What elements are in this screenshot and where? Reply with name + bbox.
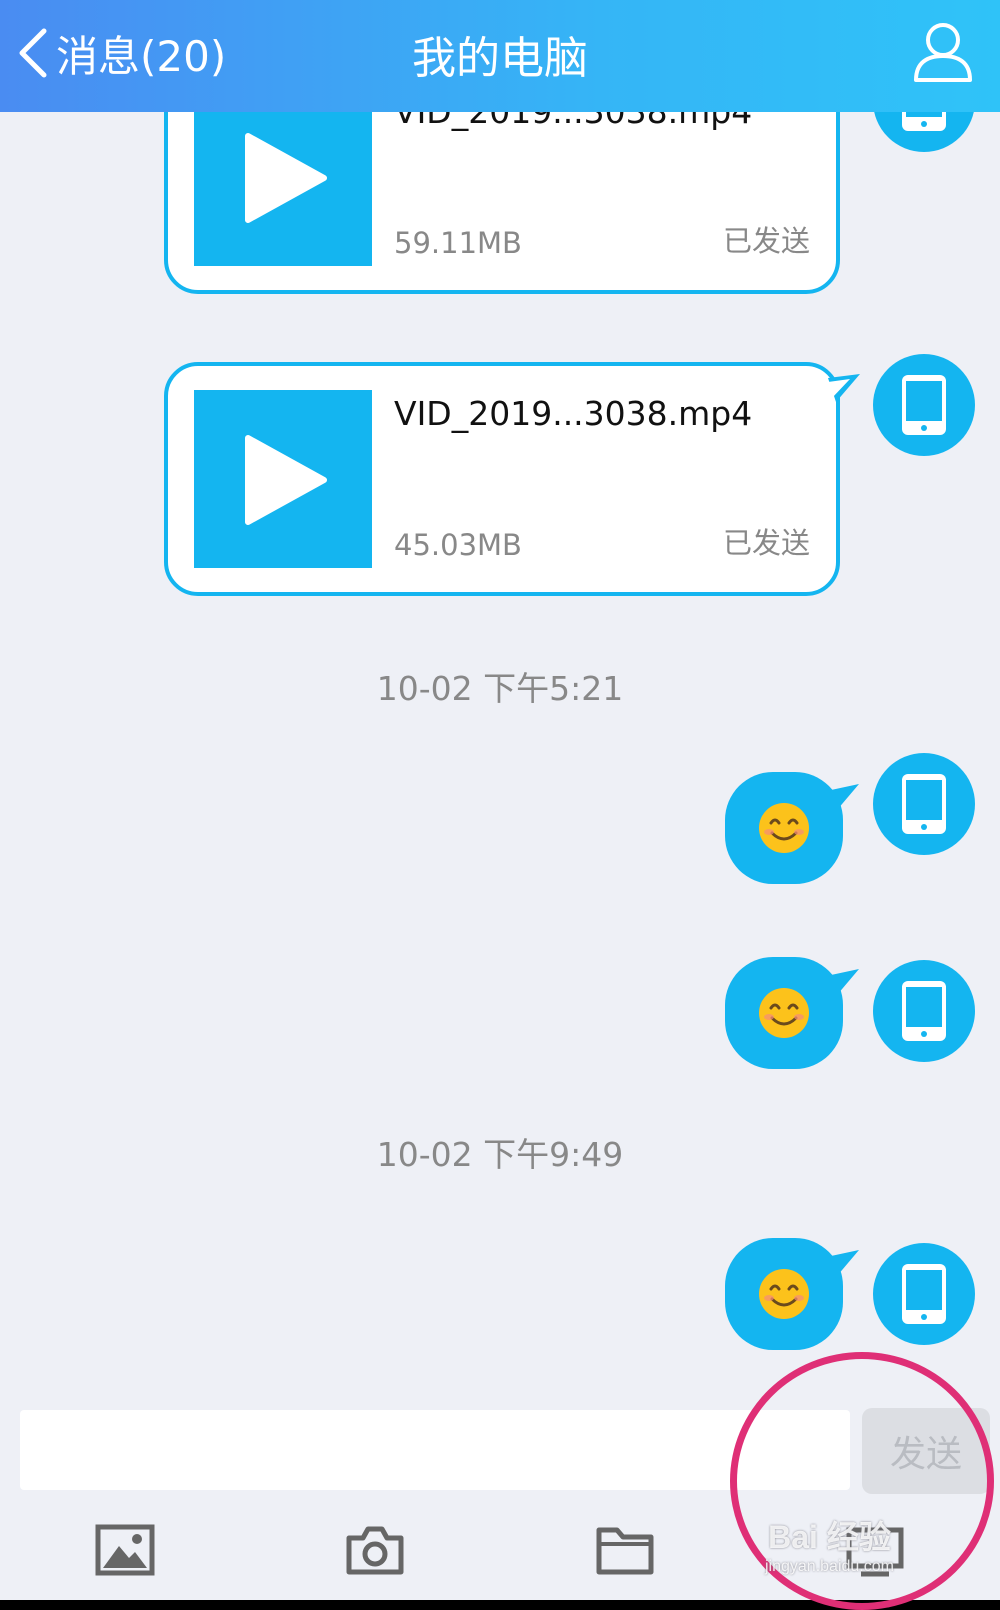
file-name: VID_2019...3038.mp4 [394,112,752,131]
bubble-tail [831,1250,859,1276]
chat-area[interactable]: VID_2019...3038.mp4 59.11MB 已发送 VID_2019… [0,112,1000,1404]
device-avatar[interactable] [873,753,975,855]
phone-icon [902,375,946,435]
file-status: 已发送 [722,526,810,560]
emoji-message[interactable] [725,772,859,884]
title-bar: 消息(20) 我的电脑 [0,0,1000,112]
bubble-tail [828,374,860,402]
file-name: VID_2019...3038.mp4 [394,394,753,433]
camera-icon[interactable] [345,1522,405,1578]
emoji-message[interactable] [725,1238,859,1350]
video-thumbnail[interactable] [194,390,372,568]
bottom-edge [0,1600,1000,1610]
file-size: 59.11MB [394,226,522,260]
phone-icon [902,112,946,131]
smiley-emoji-icon [759,988,809,1038]
smiley-emoji-icon [759,1269,809,1319]
phone-icon [902,1264,946,1324]
profile-icon[interactable] [908,16,978,86]
message-input[interactable] [20,1410,850,1490]
file-status: 已发送 [722,224,810,258]
image-icon[interactable] [95,1522,155,1578]
play-icon [245,435,327,525]
phone-icon [902,774,946,834]
bubble-tail [831,784,859,810]
file-size: 45.03MB [394,528,522,562]
timestamp: 10-02 下午5:21 [376,669,624,708]
timestamp: 10-02 下午9:49 [376,1135,624,1174]
play-icon [245,133,327,223]
device-avatar[interactable] [873,354,975,456]
file-message[interactable]: VID_2019...3038.mp4 45.03MB 已发送 [164,362,860,596]
input-bar: 发送 [0,1404,1000,1494]
video-thumbnail[interactable] [194,112,372,266]
phone-icon [902,981,946,1041]
file-message[interactable]: VID_2019...3038.mp4 59.11MB 已发送 [164,112,840,294]
page-title: 我的电脑 [412,33,588,84]
smiley-emoji-icon [759,803,809,853]
screen-icon[interactable] [845,1522,905,1578]
bubble-tail [831,969,859,995]
device-avatar[interactable] [873,960,975,1062]
device-avatar[interactable] [873,1243,975,1345]
send-button[interactable]: 发送 [862,1408,990,1494]
device-avatar[interactable] [873,112,975,152]
folder-icon[interactable] [595,1522,655,1578]
bottom-toolbar [0,1500,1000,1600]
emoji-message[interactable] [725,957,859,1069]
